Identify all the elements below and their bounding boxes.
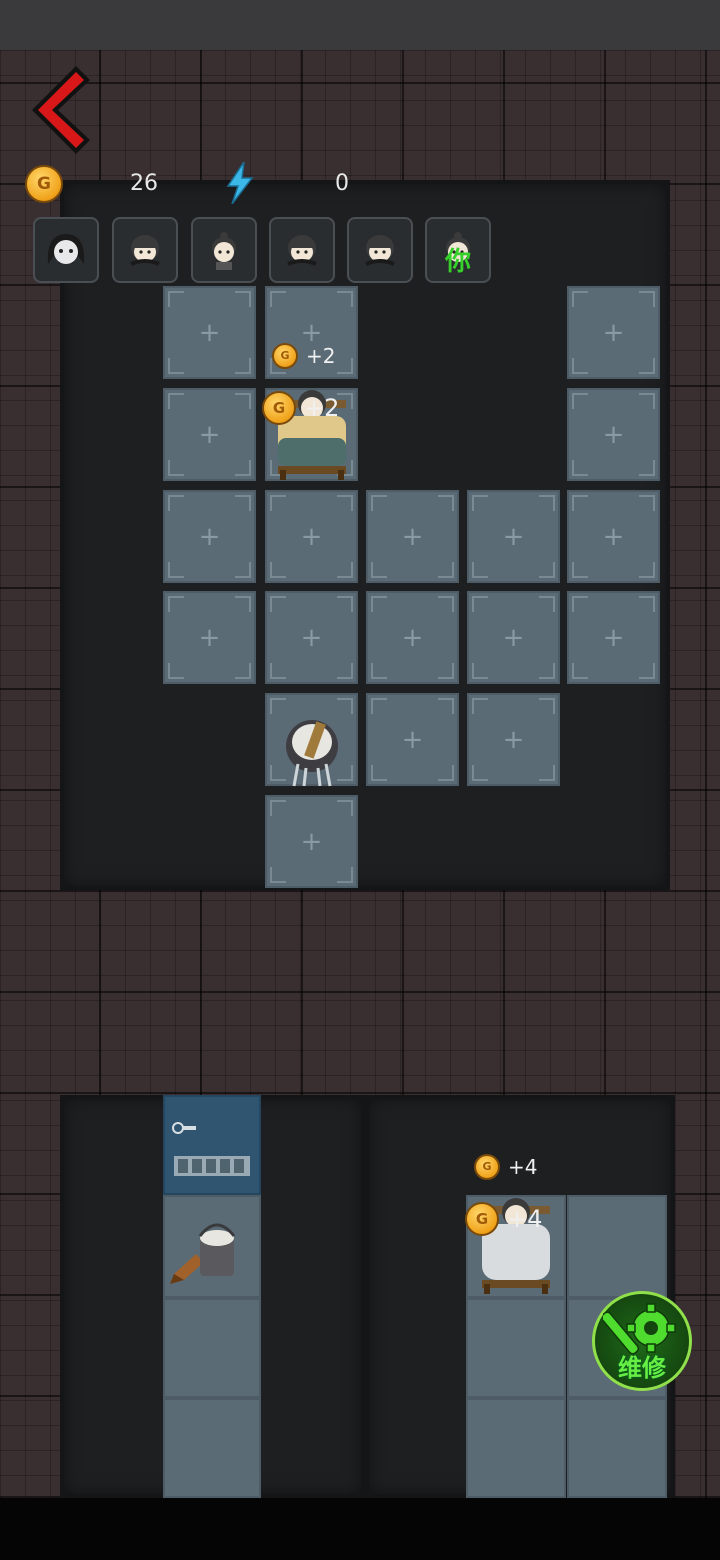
income-indicator: G +2 — [272, 343, 335, 369]
repair-label: 维修 — [618, 1354, 666, 1382]
character-slot-ghost[interactable] — [33, 217, 99, 283]
character-slot-player[interactable]: 你 — [425, 217, 491, 283]
gold-coin-icon: G — [465, 1202, 499, 1236]
back-arrow-icon[interactable] — [26, 62, 96, 157]
character-slot[interactable] — [112, 217, 178, 283]
door-icon — [172, 1122, 250, 1176]
room-tile[interactable]: + — [265, 591, 358, 684]
income-indicator: G +4 — [465, 1202, 542, 1236]
room-tile[interactable]: + — [265, 795, 358, 888]
student-icon — [130, 235, 160, 266]
room-tile[interactable]: + — [567, 490, 660, 583]
character-slot[interactable] — [347, 217, 413, 283]
income-indicator: G +4 — [474, 1154, 537, 1180]
gold-coin-icon: G — [25, 165, 63, 203]
character-slot[interactable] — [191, 217, 257, 283]
income-indicator: G +2 — [262, 391, 339, 425]
character-slot[interactable] — [269, 217, 335, 283]
turret-icon — [286, 720, 338, 787]
student-icon — [212, 232, 236, 270]
room-tile[interactable]: + — [567, 388, 660, 481]
room-tile[interactable]: + — [467, 490, 560, 583]
room-tile[interactable]: + — [163, 388, 256, 481]
lightning-icon — [226, 162, 254, 204]
player-label: 你 — [444, 247, 471, 277]
gold-coin-icon: G — [474, 1154, 500, 1180]
room-tile[interactable]: + — [567, 591, 660, 684]
room-tile[interactable]: + — [366, 591, 459, 684]
room-tile[interactable]: + — [467, 693, 560, 786]
room-tile[interactable]: + — [163, 490, 256, 583]
room-tile[interactable]: + — [567, 286, 660, 379]
gold-counter: G — [25, 165, 63, 203]
room-tile[interactable]: + — [467, 591, 560, 684]
income-text: +4 — [508, 1155, 538, 1179]
repair-button[interactable]: 维修 — [592, 1291, 692, 1391]
room-tile[interactable] — [567, 1398, 667, 1498]
income-text: +2 — [306, 344, 336, 368]
energy-value: 0 — [335, 171, 349, 196]
room-tile[interactable]: + — [366, 693, 459, 786]
gold-value: 26 — [130, 171, 158, 196]
room-tile[interactable]: + — [163, 286, 256, 379]
navigation-bar — [0, 1498, 720, 1560]
bucket-broom-icon — [170, 1223, 236, 1284]
status-bar — [0, 0, 720, 50]
student-icon — [365, 235, 395, 266]
room-tile[interactable] — [466, 1298, 566, 1398]
room-tile[interactable]: + — [163, 591, 256, 684]
room-tile[interactable]: + — [265, 490, 358, 583]
gold-coin-icon: G — [272, 343, 298, 369]
gold-coin-icon: G — [262, 391, 296, 425]
room-tile[interactable] — [163, 1398, 261, 1498]
ghost-girl-icon — [47, 234, 85, 264]
student-icon — [287, 235, 317, 266]
room-tile[interactable] — [466, 1398, 566, 1498]
room-tile[interactable]: + — [366, 490, 459, 583]
income-text: +2 — [304, 394, 340, 422]
income-text: +4 — [507, 1205, 543, 1233]
room-tile[interactable] — [163, 1298, 261, 1398]
room-tile[interactable] — [567, 1195, 667, 1298]
